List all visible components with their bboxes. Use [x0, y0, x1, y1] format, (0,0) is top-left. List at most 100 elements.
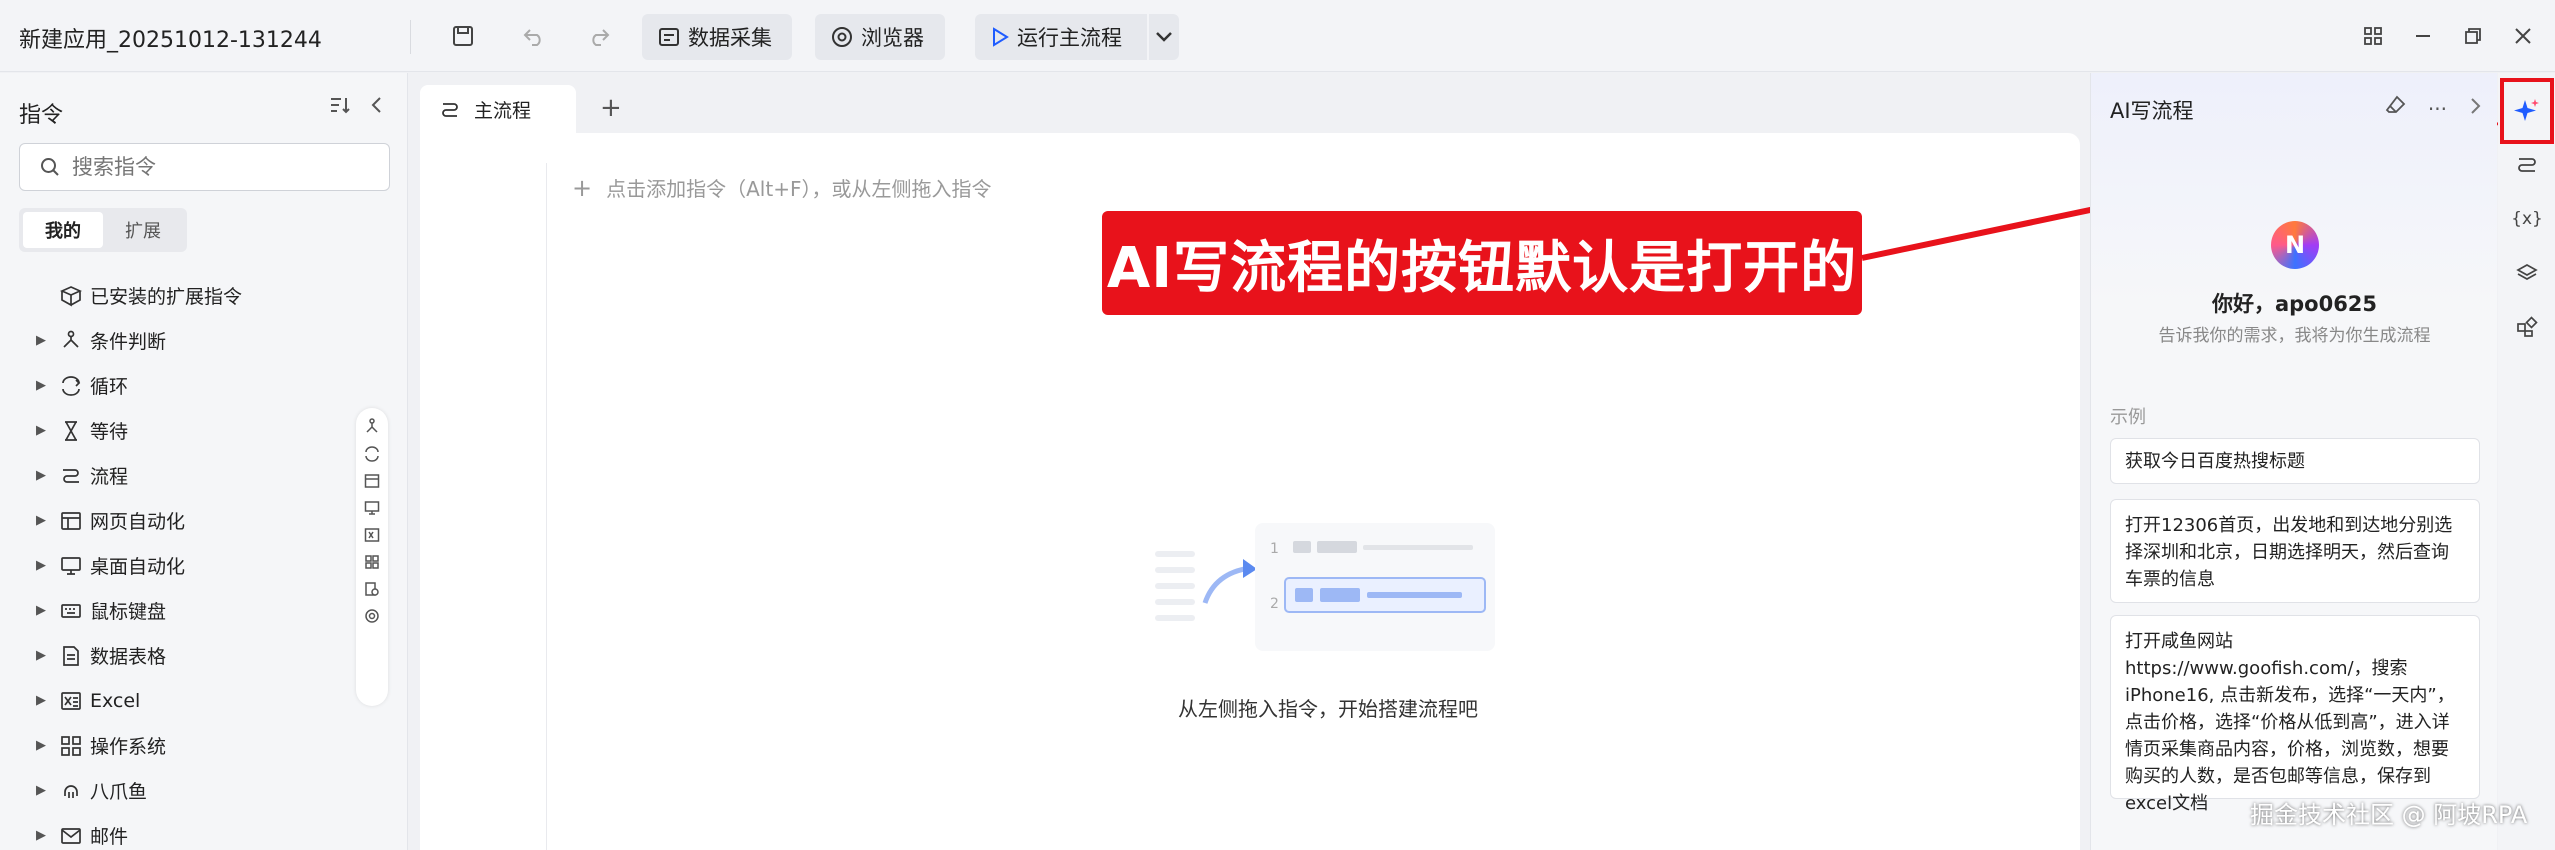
restore-icon[interactable] — [2455, 18, 2491, 54]
tree-item-2[interactable]: ▶ 条件判断 — [0, 318, 350, 363]
excel-icon[interactable] — [364, 526, 380, 544]
tab-mine[interactable]: 我的 — [23, 212, 103, 248]
tree-item-label: 桌面自动化 — [90, 556, 186, 578]
expand-caret-icon[interactable]: ▶ — [36, 513, 46, 528]
octopus-icon[interactable] — [364, 607, 380, 625]
undo-icon[interactable] — [514, 18, 554, 54]
tree-item-9[interactable]: ▶ 数据表格 — [0, 633, 350, 678]
apps-icon — [61, 735, 81, 756]
tree-item-3[interactable]: ▶ 循环 — [0, 363, 350, 408]
sort-icon[interactable] — [329, 95, 351, 119]
variable-icon[interactable]: {x} — [2511, 204, 2543, 234]
tree-item-11[interactable]: ▶ 操作系统 — [0, 723, 350, 768]
package-icon — [60, 285, 82, 306]
expand-caret-icon[interactable]: ▶ — [36, 828, 46, 843]
clear-icon[interactable] — [2384, 95, 2406, 122]
command-tabs: 我的 扩展 — [19, 208, 187, 252]
loop-icon[interactable] — [364, 445, 380, 463]
flow-list-icon[interactable] — [2512, 150, 2542, 180]
browser-button[interactable]: 浏览器 — [815, 14, 945, 60]
ai-panel-title: AI写流程 — [2110, 99, 2194, 123]
tree-item-12[interactable]: ▶ 八爪鱼 — [0, 768, 350, 813]
desktop-icon[interactable] — [364, 499, 380, 517]
webpage-icon[interactable] — [364, 472, 380, 490]
tab-extensions[interactable]: 扩展 — [103, 212, 183, 248]
expand-caret-icon[interactable]: ▶ — [36, 423, 46, 438]
layers-icon[interactable] — [2512, 258, 2542, 288]
layout-grid-icon[interactable] — [2355, 18, 2391, 54]
search-icon — [41, 158, 59, 176]
tree-item-8[interactable]: ▶ 鼠标键盘 — [0, 588, 350, 633]
tree-item-10[interactable]: ▶ Excel — [0, 678, 350, 723]
empty-flow-text: 从左侧拖入指令，开始搭建流程吧 — [1178, 697, 1478, 721]
document-icon — [63, 645, 79, 666]
tree-item-5[interactable]: ▶ 流程 — [0, 453, 350, 498]
tree-item-6[interactable]: ▶ 网页自动化 — [0, 498, 350, 543]
command-search-box[interactable] — [19, 143, 390, 191]
collapse-panel-icon[interactable] — [369, 95, 383, 119]
illus-step-1: 1 — [1270, 541, 1279, 557]
webpage-icon — [61, 511, 81, 530]
tree-item-label: 等待 — [90, 421, 129, 443]
data-collect-button[interactable]: 数据采集 — [642, 14, 792, 60]
tree-item-label: 邮件 — [90, 826, 129, 848]
chevron-down-icon — [1156, 32, 1172, 42]
command-panel-title: 指令 — [19, 103, 64, 128]
tree-item-4[interactable]: ▶ 等待 — [0, 408, 350, 453]
tree-item-label: Excel — [90, 689, 141, 712]
quick-category-bar — [356, 408, 388, 706]
data-collect-label: 数据采集 — [688, 26, 772, 50]
annotation-callout: AI写流程的按钮默认是打开的 — [1102, 211, 1862, 315]
expand-caret-icon[interactable]: ▶ — [36, 648, 46, 663]
add-tab-icon[interactable]: + — [600, 93, 622, 123]
more-icon[interactable]: ··· — [2428, 97, 2447, 121]
tree-item-label: 鼠标键盘 — [90, 601, 167, 623]
expand-caret-icon[interactable]: ▶ — [36, 783, 46, 798]
tree-item-13[interactable]: ▶ 邮件 — [0, 813, 350, 850]
octopus-icon — [64, 784, 78, 798]
ai-logo-icon: N — [2271, 221, 2319, 269]
example-card-1[interactable]: 获取今日百度热搜标题 — [2110, 438, 2480, 484]
add-command-hint[interactable]: + 点击添加指令（Alt+F），或从左侧拖入指令 — [572, 173, 991, 202]
apps-icon[interactable] — [364, 553, 380, 571]
illus-step-2: 2 — [1270, 596, 1279, 612]
mail-icon — [61, 827, 81, 844]
branch-icon — [63, 330, 79, 348]
minimize-icon[interactable] — [2405, 18, 2441, 54]
flow-icon — [63, 468, 79, 483]
run-main-flow-button[interactable]: 运行主流程 — [975, 14, 1147, 60]
expand-caret-icon[interactable]: ▶ — [36, 693, 46, 708]
components-icon[interactable] — [2512, 312, 2542, 342]
example-card-3[interactable]: 打开咸鱼网站https://www.goofish.com/，搜索iPhone1… — [2110, 615, 2480, 814]
tree-item-label: 循环 — [90, 376, 129, 398]
expand-caret-icon[interactable]: ▶ — [36, 333, 46, 348]
expand-caret-icon[interactable]: ▶ — [36, 378, 46, 393]
command-panel: 指令 我的 扩展 已安装的扩展指令 ▶ 条件判断 ▶ 循环 ▶ 等待 ▶ 流程 ▶ 网页自动化 ▶ 桌面… — [0, 73, 408, 850]
run-options-dropdown[interactable] — [1149, 14, 1179, 60]
divider — [410, 20, 411, 54]
keyboard-icon — [61, 603, 81, 618]
data-search-icon[interactable] — [364, 580, 380, 598]
tab-main-flow[interactable]: 主流程 — [420, 85, 576, 133]
run-label: 运行主流程 — [1017, 26, 1122, 50]
expand-caret-icon[interactable]: ▶ — [36, 603, 46, 618]
tree-item-label: 数据表格 — [90, 646, 167, 668]
redo-icon[interactable] — [579, 18, 619, 54]
example-card-2[interactable]: 打开12306首页，出发地和到达地分别选择深圳和北京，日期选择明天，然后查询车票… — [2110, 499, 2480, 603]
tree-item-1[interactable]: 已安装的扩展指令 — [0, 273, 350, 318]
chevron-right-icon[interactable] — [2469, 96, 2481, 121]
tree-item-7[interactable]: ▶ 桌面自动化 — [0, 543, 350, 588]
browser-icon — [832, 27, 852, 47]
expand-caret-icon[interactable]: ▶ — [36, 468, 46, 483]
expand-caret-icon[interactable]: ▶ — [36, 558, 46, 573]
save-icon[interactable] — [443, 18, 483, 54]
close-icon[interactable] — [2505, 18, 2541, 54]
search-input[interactable] — [72, 155, 372, 179]
loop-icon — [62, 375, 81, 396]
tree-item-label: 八爪鱼 — [90, 781, 148, 803]
command-tree: 已安装的扩展指令 ▶ 条件判断 ▶ 循环 ▶ 等待 ▶ 流程 ▶ 网页自动化 ▶ 桌面自动化 ▶ 鼠标键盘 ▶… — [0, 273, 350, 850]
branch-icon[interactable] — [364, 418, 380, 436]
ai-write-flow-button[interactable] — [2500, 78, 2554, 144]
expand-caret-icon[interactable]: ▶ — [36, 738, 46, 753]
watermark: 掘金技术社区 @ 阿坡RPA — [2250, 801, 2528, 829]
